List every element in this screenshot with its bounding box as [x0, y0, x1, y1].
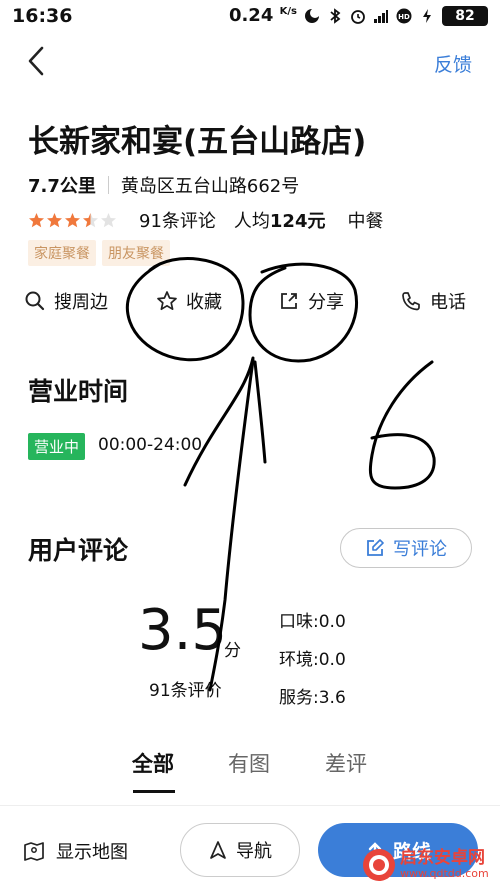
star-half-icon [83, 212, 98, 227]
sub-score-environment: 环境:0.0 [279, 650, 346, 670]
feedback-link[interactable]: 反馈 [434, 50, 472, 77]
hd-icon: HD [396, 8, 412, 23]
battery-indicator: 82 [442, 5, 488, 26]
divider [107, 176, 109, 194]
search-nearby-button[interactable]: 搜周边 [24, 288, 108, 314]
navigate-label: 导航 [236, 841, 272, 862]
write-review-label: 写评论 [393, 539, 447, 560]
score-unit: 分 [224, 641, 241, 661]
watermark-text: 启东安卓网 [400, 848, 485, 869]
status-bar: 16:36 0.24 K/s HD 82 [0, 0, 500, 34]
tab-all[interactable]: 全部 [132, 748, 174, 778]
star-rating [28, 212, 117, 229]
category: 中餐 [347, 211, 384, 232]
overall-score: 3.5 [138, 598, 228, 663]
distance-address-row: 7.7公里 黄岛区五台山路662号 [28, 172, 299, 198]
charging-icon [423, 8, 431, 23]
navigation-arrow-icon [210, 841, 226, 859]
star-empty-icon [101, 212, 116, 227]
avg-price: 人均124元 [233, 211, 326, 232]
action-label: 分享 [308, 292, 344, 313]
star-full-icon [29, 212, 44, 227]
signal-icon [374, 9, 388, 23]
status-time: 16:36 [12, 5, 73, 27]
show-map-button[interactable]: 显示地图 [22, 838, 128, 864]
show-map-label: 显示地图 [56, 842, 128, 863]
phone-button[interactable]: 电话 [400, 288, 466, 314]
share-button[interactable]: 分享 [278, 288, 344, 314]
star-icon [157, 291, 177, 311]
review-count[interactable]: 91条评论 [139, 207, 216, 233]
action-label: 电话 [430, 292, 466, 313]
sub-scores: 口味:0.0 环境:0.0 服务:3.6 [279, 607, 346, 721]
status-icons: 0.24 K/s HD 82 [229, 5, 488, 26]
favorite-button[interactable]: 收藏 [156, 288, 222, 314]
shop-name: 长新家和宴(五台山路店) [28, 124, 367, 160]
share-icon [281, 293, 297, 309]
active-tab-indicator [133, 790, 175, 793]
navigate-button[interactable]: 导航 [180, 823, 300, 877]
tab-negative[interactable]: 差评 [325, 748, 367, 778]
star-full-icon [47, 212, 62, 227]
phone-icon [402, 292, 420, 311]
sub-score-service: 服务:3.6 [279, 688, 346, 708]
alarm-icon [351, 9, 365, 24]
annotation-line-1 [183, 356, 255, 487]
back-arrow-icon[interactable] [24, 44, 52, 78]
annotation-digit-6 [368, 360, 436, 490]
action-row: 搜周边 收藏 分享 电话 [0, 288, 500, 328]
edit-icon [367, 539, 384, 556]
map-icon [24, 842, 44, 861]
write-review-button[interactable]: 写评论 [340, 528, 472, 568]
rating-row: 91条评论 人均124元 中餐 [28, 207, 383, 233]
business-hours: 00:00-24:00 [98, 435, 203, 455]
address[interactable]: 黄岛区五台山路662号 [121, 172, 299, 198]
action-label: 搜周边 [54, 292, 108, 313]
tag-list: 家庭聚餐 朋友聚餐 [28, 240, 170, 266]
watermark-url: www.qdtdd.com [400, 867, 489, 881]
tab-with-photos[interactable]: 有图 [228, 748, 270, 778]
sub-score-taste: 口味:0.0 [279, 612, 346, 632]
open-status-badge: 营业中 [28, 433, 86, 460]
bluetooth-icon [330, 7, 341, 24]
reviews-title: 用户评论 [28, 536, 129, 565]
annotation-line-3 [253, 360, 267, 464]
review-total: 91条评价 [149, 681, 222, 701]
watermark-logo-icon [363, 849, 395, 881]
svg-text:HD: HD [398, 13, 410, 21]
star-full-icon [65, 212, 80, 227]
watermark: 启东安卓网 www.qdtdd.com [362, 845, 494, 885]
distance: 7.7公里 [28, 176, 96, 197]
business-hours-title: 营业时间 [28, 377, 129, 406]
tag: 朋友聚餐 [102, 240, 170, 266]
search-icon [25, 291, 45, 311]
net-speed: 0.24 K/s [228, 5, 297, 26]
moon-icon [305, 7, 320, 23]
action-label: 收藏 [186, 292, 222, 313]
tag: 家庭聚餐 [28, 240, 96, 266]
